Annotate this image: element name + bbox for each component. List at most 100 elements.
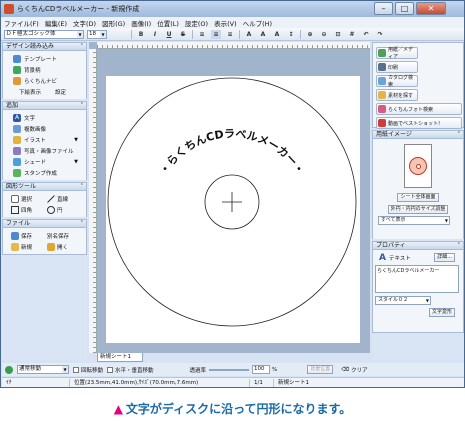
design-section-header[interactable]: デザイン読み込み ⌃	[2, 42, 87, 51]
settings-link[interactable]: 設定	[55, 88, 66, 96]
underline-button[interactable]: U	[164, 30, 174, 39]
file-section-title: ファイル	[6, 220, 31, 227]
menu-help[interactable]: ヘルプ(H)	[243, 18, 272, 28]
shape-section-header[interactable]: 図形ツール ⌃	[2, 182, 87, 191]
menu-file[interactable]: ファイル(F)	[4, 18, 39, 28]
collapse-icon[interactable]: ⌃	[457, 242, 461, 249]
size-adjust-button[interactable]: 外円・内円のサイズ調整	[387, 205, 449, 214]
text-transform-button[interactable]: 文字変形	[428, 308, 455, 317]
text-content-box[interactable]: らくちんCDラベルメーカー	[375, 265, 459, 293]
zoom-out-icon[interactable]: ⊖	[319, 30, 329, 39]
redo-icon[interactable]: ↷	[375, 30, 385, 39]
background-item[interactable]: 背景柄	[3, 64, 86, 75]
left-panel: デザイン読み込み ⌃ テンプレート 背景柄 らくちんナビ 下絵表示 設定 追加 …	[2, 42, 87, 360]
grid-icon[interactable]: #	[347, 30, 357, 39]
collapse-icon[interactable]: ⌃	[80, 183, 84, 190]
save-as-button[interactable]: 別名保存	[47, 232, 83, 240]
print-button[interactable]: 印刷	[376, 61, 418, 73]
rect-tool[interactable]: 四角	[11, 205, 47, 214]
zoom-in-icon[interactable]: ⊕	[305, 30, 315, 39]
menu-text[interactable]: 文字(D)	[73, 18, 96, 28]
text-transform-label: 文字変形	[431, 309, 452, 315]
status-bar: ｲﾁ(258.9mm,122.0mm) 位置(23.5mm,41.0mm),ｻｲ…	[2, 377, 464, 387]
display-select[interactable]: すべて表示 ▼	[378, 216, 450, 225]
canvas-area[interactable]: ・らくちんCDラベルメーカー・	[89, 42, 370, 353]
line-tool[interactable]: 直線	[47, 194, 83, 203]
collapse-icon[interactable]: ⌃	[80, 220, 84, 227]
add-text-item[interactable]: A 文字	[3, 112, 86, 123]
menu-position[interactable]: 位置(L)	[157, 18, 179, 28]
photo-search-button[interactable]: らくちんフォト検索	[376, 103, 462, 115]
dropdown-icon[interactable]: ▼	[74, 137, 78, 143]
caption-text: 文字がディスクに沿って円形になります。	[125, 402, 352, 416]
undo-icon[interactable]: ↶	[361, 30, 371, 39]
rotate-move-checkbox[interactable]	[73, 366, 79, 373]
photo-icon	[13, 146, 21, 155]
bg-position-button[interactable]: 背景位置	[307, 365, 334, 374]
add-shade-item[interactable]: シェード ▼	[3, 156, 86, 167]
style-select[interactable]: スタイル０２ ▼	[375, 296, 431, 305]
hv-move-checkbox[interactable]	[107, 366, 114, 373]
detail-button[interactable]: 詳細...	[434, 253, 455, 262]
find-material-button[interactable]: 素材を探す	[376, 89, 418, 101]
menu-shape[interactable]: 図形(G)	[102, 18, 125, 28]
italic-button[interactable]: I	[150, 30, 160, 39]
disc-text-path: ・らくちんCDラベルメーカー・	[157, 127, 307, 177]
paper-sheet[interactable]: ・らくちんCDラベルメーカー・	[106, 76, 360, 343]
save-button[interactable]: 保存	[11, 231, 47, 240]
paper-image-header[interactable]: 用紙イメージ ⌃	[372, 130, 464, 139]
maximize-button[interactable]: □	[395, 2, 414, 15]
new-button[interactable]: 新規	[11, 242, 47, 251]
clear-button[interactable]: クリア	[351, 366, 368, 374]
shadow-icon[interactable]: A	[272, 30, 282, 39]
select-tool[interactable]: 選択	[11, 194, 47, 203]
transparency-slider[interactable]	[209, 368, 250, 371]
bold-button[interactable]: B	[136, 30, 146, 39]
menu-view[interactable]: 表示(V)	[214, 18, 237, 28]
minimize-button[interactable]: –	[374, 2, 393, 15]
select-tool-label: 選択	[21, 196, 33, 203]
menu-edit[interactable]: 編集(E)	[45, 18, 67, 28]
add-illustration-item[interactable]: イラスト ▼	[3, 134, 86, 145]
menu-image[interactable]: 画像(I)	[131, 18, 151, 28]
add-stamp-item[interactable]: スタンプ作成	[3, 167, 86, 178]
add-illustration-label: イラスト	[24, 137, 46, 144]
add-icon[interactable]	[5, 365, 13, 374]
close-button[interactable]: ✕	[416, 2, 446, 15]
full-view-button[interactable]: シート全体画面	[397, 193, 439, 202]
align-center-icon[interactable]: ≡	[211, 29, 221, 39]
clear-icon[interactable]: ⌫	[341, 367, 349, 373]
align-left-icon[interactable]: ≡	[197, 30, 207, 39]
vertical-text-icon[interactable]: ↕	[286, 30, 296, 39]
fit-icon[interactable]: ⊡	[333, 30, 343, 39]
file-section-header[interactable]: ファイル ⌃	[2, 219, 87, 228]
collapse-icon[interactable]: ⌃	[80, 43, 84, 50]
navi-item[interactable]: らくちんナビ	[3, 75, 86, 86]
sheet-tab[interactable]: 新規シート1	[97, 353, 143, 362]
outline-icon[interactable]: A	[258, 30, 268, 39]
size-select[interactable]: 18 ▼	[87, 29, 107, 39]
dropdown-icon[interactable]: ▼	[74, 159, 78, 165]
collapse-icon[interactable]: ⌃	[80, 102, 84, 109]
disc-curved-text[interactable]: ・らくちんCDラベルメーカー・	[157, 127, 307, 177]
circle-tool[interactable]: 円	[47, 205, 83, 214]
open-button[interactable]: 開く	[47, 242, 83, 251]
add-multi-image-item[interactable]: 複数画像	[3, 123, 86, 134]
catalog-search-button[interactable]: カタログ検索	[376, 75, 418, 88]
align-right-icon[interactable]: ≡	[225, 30, 235, 39]
text-color-icon[interactable]: A	[244, 30, 254, 39]
video-best-shot-button[interactable]: 動画でベストショット!	[376, 117, 462, 129]
properties-header[interactable]: プロパティ ⌃	[372, 241, 464, 250]
sketch-display-link[interactable]: 下絵表示	[19, 88, 41, 96]
collapse-icon[interactable]: ⌃	[457, 131, 461, 138]
font-select[interactable]: ＤＦ極太ゴシック体 ▼	[4, 29, 84, 39]
add-photo-item[interactable]: 写真・画像ファイル	[3, 145, 86, 156]
menu-settings[interactable]: 設定(O)	[185, 18, 208, 28]
add-section-header[interactable]: 追加 ⌃	[2, 101, 87, 110]
move-mode-select[interactable]: 通常移動 ▼	[17, 365, 69, 374]
paper-thumbnail[interactable]	[404, 144, 432, 188]
transparency-input[interactable]: 100	[252, 365, 271, 374]
template-item[interactable]: テンプレート	[3, 53, 86, 64]
paper-media-button[interactable]: 用紙／メディア	[376, 47, 418, 60]
strikethrough-button[interactable]: S	[178, 30, 188, 39]
